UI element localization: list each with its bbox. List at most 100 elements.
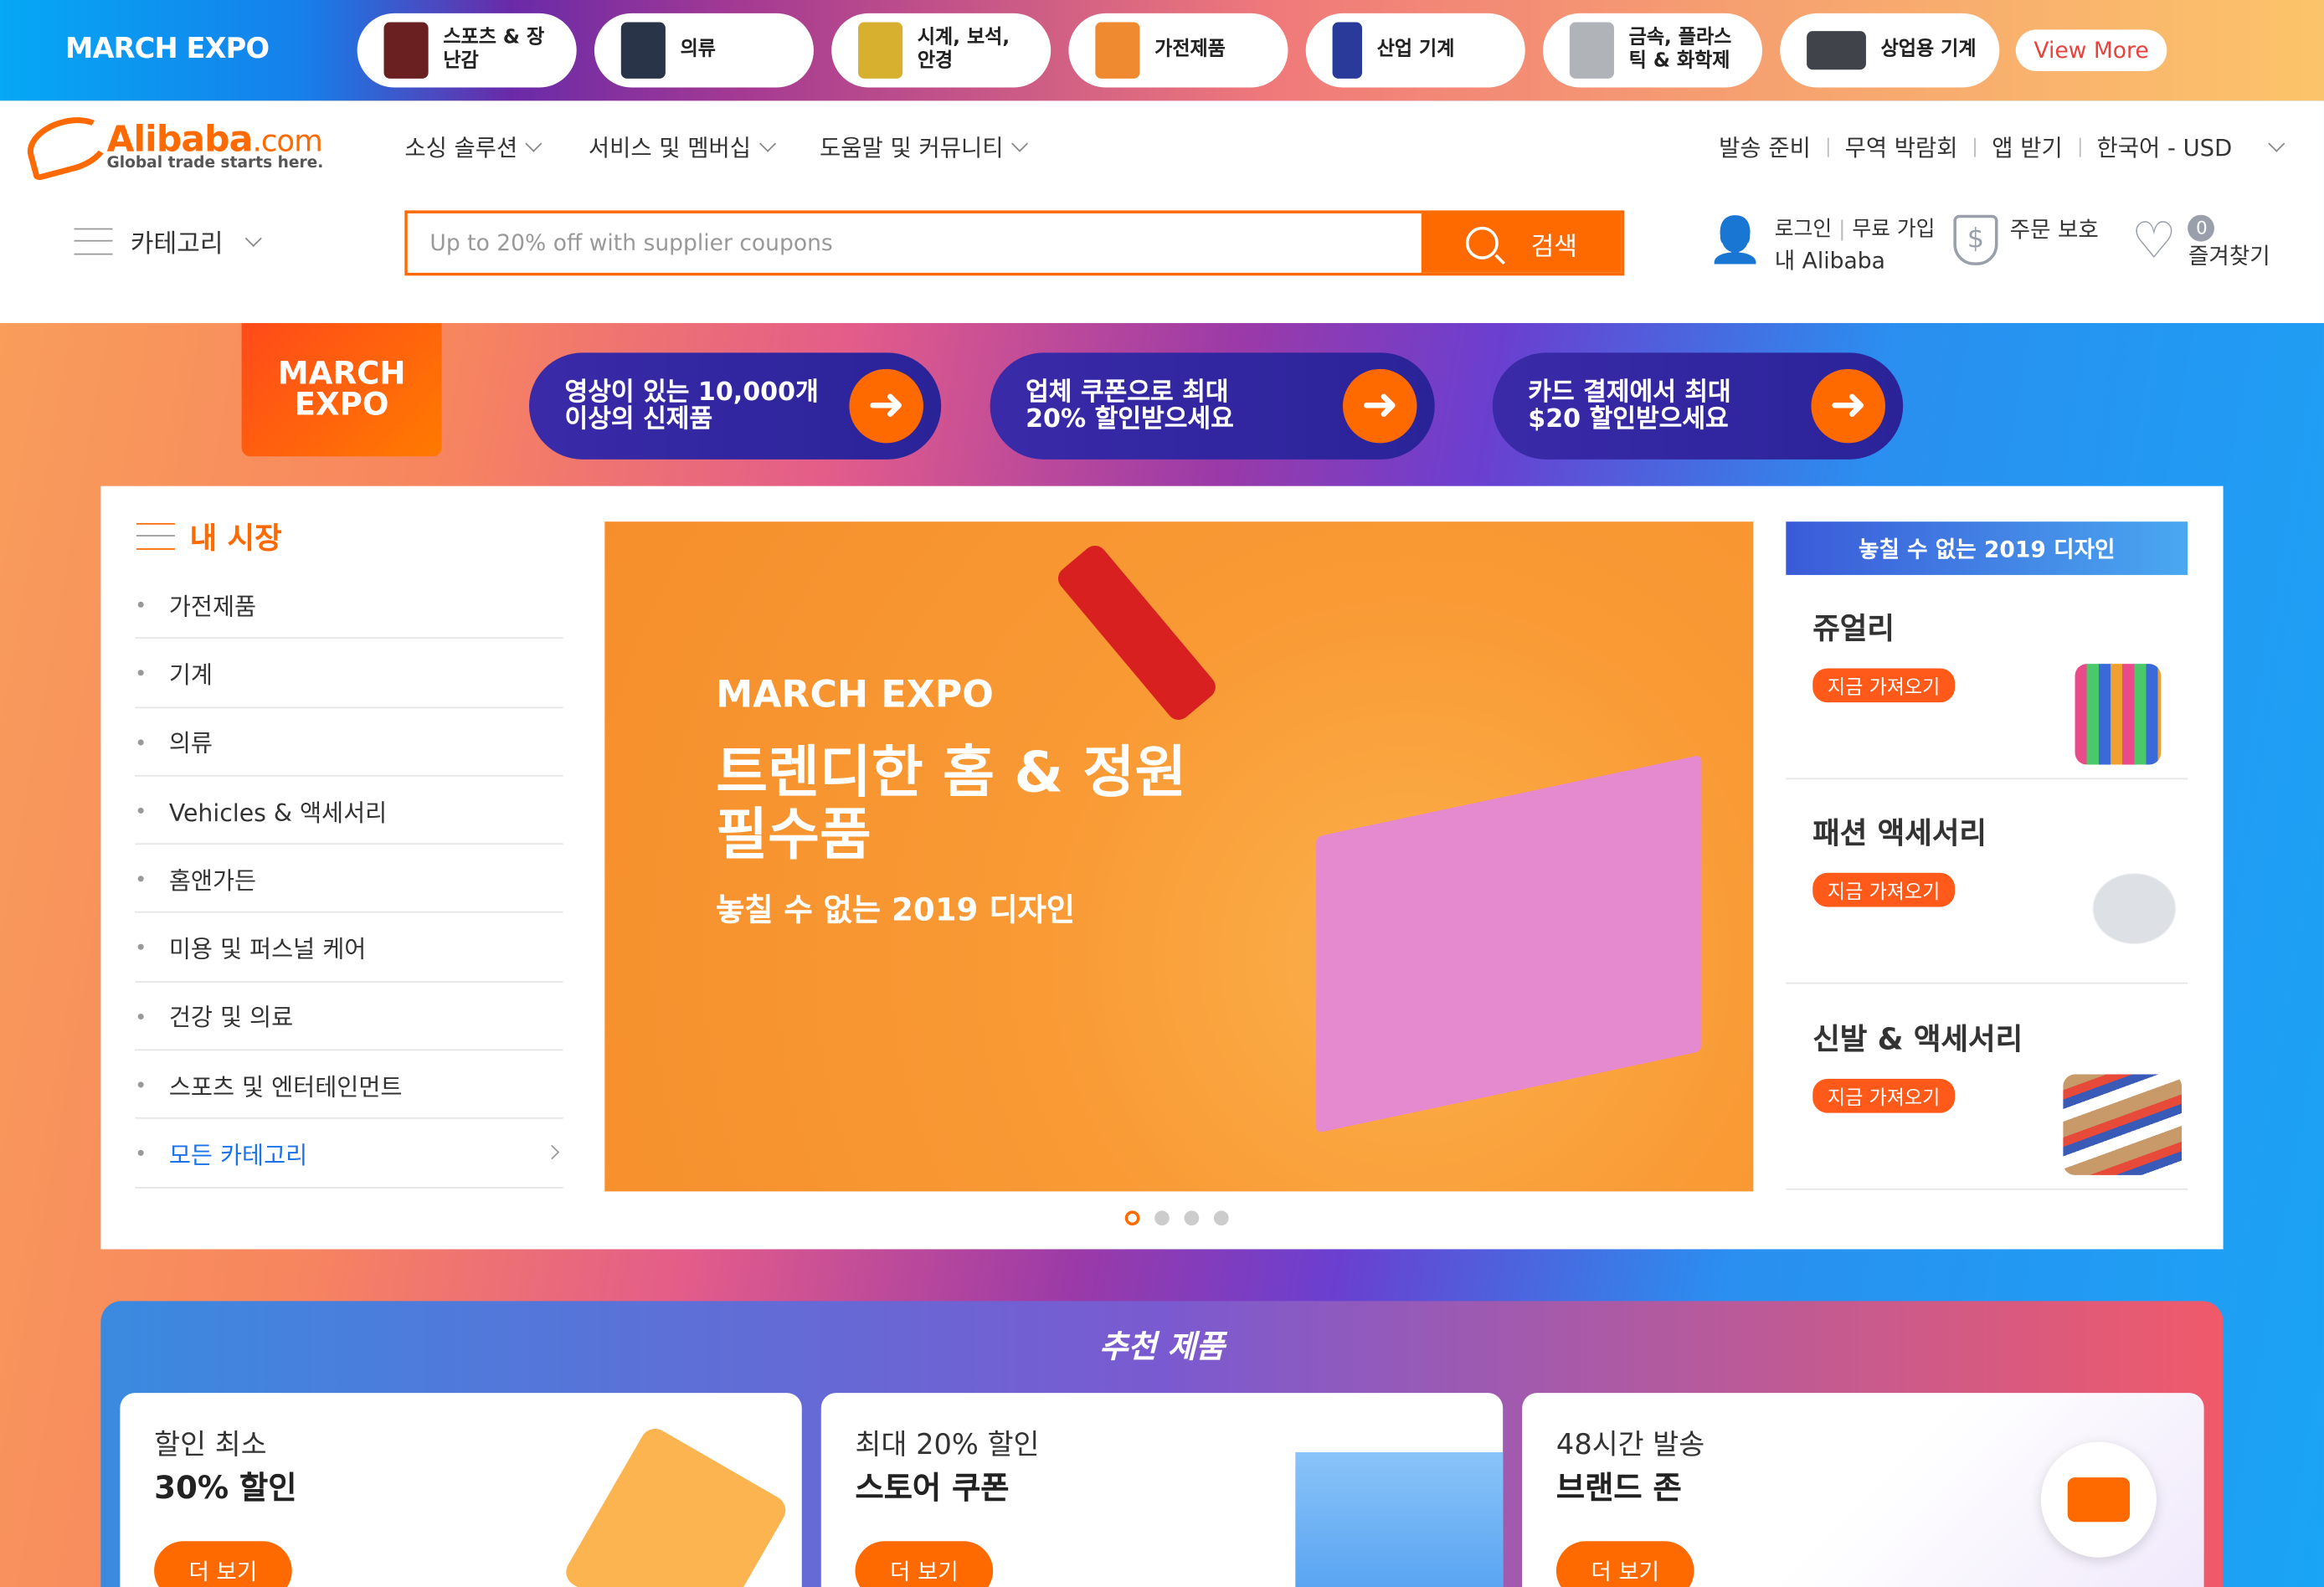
logo-tagline: Global trade starts here. (106, 154, 324, 172)
shoes-card[interactable]: 신발 & 액세서리 지금 가져오기 (1786, 985, 2188, 1190)
category-pill-sports[interactable]: 스포츠 & 장 난감 (357, 13, 577, 88)
logo-domain: .com (252, 122, 322, 159)
category-pill-machinery[interactable]: 산업 기계 (1305, 13, 1525, 88)
market-item[interactable]: 건강 및 의료 (135, 982, 563, 1051)
search-input[interactable] (407, 213, 1422, 273)
chevron-down-icon (525, 135, 542, 152)
bracelets-image (2075, 664, 2162, 765)
nav-services-membership[interactable]: 서비스 및 멤버십 (589, 131, 779, 163)
search-button[interactable]: 검색 (1421, 213, 1622, 273)
account-menu[interactable]: 👤 로그인 | 무료 가입 내 Alibaba (1708, 215, 1936, 277)
hero-brand: MARCH EXPO (716, 672, 994, 716)
carousel-dot[interactable] (1213, 1210, 1229, 1226)
promo-card-discount[interactable]: 카드 결제에서 최대 $20 할인받으세요 ➜ (1492, 352, 1904, 460)
categories-label: 카테고리 (130, 229, 224, 259)
jewelry-card[interactable]: 쥬얼리 지금 가져오기 (1786, 575, 2188, 780)
market-item[interactable]: 가전제품 (135, 571, 563, 639)
market-item[interactable]: 기계 (135, 639, 563, 708)
search-bar: 검색 (404, 210, 1625, 276)
pill-label: 산업 기계 (1376, 39, 1455, 61)
nav-help-community[interactable]: 도움말 및 커뮤니티 (820, 131, 1031, 163)
category-pill-watches[interactable]: 시계, 보석, 안경 (831, 13, 1051, 88)
get-now-button[interactable]: 지금 가져오기 (1812, 1078, 1955, 1113)
order-protection-label: 주문 보호 (2009, 216, 2099, 244)
get-app-link[interactable]: 앱 받기 (1992, 131, 2062, 163)
hero-subtitle: 놓칠 수 없는 2019 디자인 (716, 891, 1076, 928)
promo-label: 영상이 있는 10,000개 이상의 신제품 (564, 377, 819, 434)
expo-top-banner: MARCH EXPO 스포츠 & 장 난감 의류 시계, 보석, 안경 가전제품… (0, 0, 2324, 101)
promo-supplier-coupons[interactable]: 업체 쿠폰으로 최대 20% 할인받으세요 ➜ (990, 352, 1435, 460)
recommended-card-discount[interactable]: 할인 최소 30% 할인더 보기 (120, 1393, 802, 1587)
product-thumbnail (858, 22, 903, 79)
order-protection[interactable]: $ 주문 보호 (1953, 214, 2099, 265)
storage-box-image (1316, 754, 1702, 1133)
nav-label: 도움말 및 커뮤니티 (820, 135, 1004, 162)
category-pill-apparel[interactable]: 의류 (594, 13, 814, 88)
user-icon: 👤 (1707, 214, 1763, 267)
categories-button[interactable]: 카테고리 (74, 223, 265, 259)
view-more-button[interactable]: View More (2015, 29, 2167, 71)
see-more-button[interactable]: 더 보기 (1555, 1541, 1694, 1587)
nav-label: 소싱 솔루션 (404, 135, 518, 162)
carousel-dot[interactable] (1154, 1210, 1170, 1226)
all-categories-link[interactable]: 모든 카테고리 (135, 1119, 563, 1189)
market-item[interactable]: 미용 및 퍼스널 케어 (135, 913, 563, 983)
pill-label: 상업용 기계 (1880, 39, 1977, 61)
see-more-button[interactable]: 더 보기 (154, 1541, 292, 1587)
arrow-right-icon: ➜ (849, 368, 923, 444)
market-item[interactable]: 홈앤가든 (135, 845, 563, 914)
hero-carousel[interactable]: MARCH EXPO 트렌디한 홈 & 정원 필수품 놓칠 수 없는 2019 … (604, 521, 1754, 1192)
product-thumbnail (1095, 22, 1140, 79)
carousel-dot[interactable] (1124, 1210, 1140, 1226)
category-pill-metals[interactable]: 금속, 플라스 틱 & 화학제 (1542, 13, 1763, 88)
favorites[interactable]: ♡ 0 즐겨찾기 (2131, 214, 2270, 273)
market-item[interactable]: 스포츠 및 엔터테인먼트 (135, 1050, 563, 1120)
card-line1: 48시간 발송 (1555, 1428, 1705, 1461)
my-alibaba-link[interactable]: 내 Alibaba (1775, 246, 1936, 277)
pill-label: 스포츠 & 장 난감 (443, 26, 545, 73)
xiaomi-logo (2040, 1441, 2157, 1558)
recommended-card-brand-zone[interactable]: 48시간 발송 브랜드 존더 보기 (1522, 1393, 2204, 1587)
search-icon (1465, 226, 1499, 259)
card-line1: 할인 최소 (154, 1428, 267, 1461)
promo-new-products[interactable]: 영상이 있는 10,000개 이상의 신제품 ➜ (529, 352, 942, 460)
see-more-button[interactable]: 더 보기 (855, 1541, 994, 1587)
carousel-dot[interactable] (1184, 1210, 1200, 1226)
market-item[interactable]: 의류 (135, 708, 563, 777)
pill-label: 의류 (680, 39, 716, 61)
slippers-image (2063, 1074, 2183, 1175)
hero-title: 트렌디한 홈 & 정원 필수품 (716, 739, 1187, 867)
divider (1827, 136, 1829, 157)
get-now-button[interactable]: 지금 가져오기 (1812, 872, 1955, 907)
nav-sourcing-solutions[interactable]: 소싱 솔루션 (404, 131, 546, 163)
march-expo-logo[interactable]: MARCH EXPO (65, 33, 270, 65)
sign-in-link[interactable]: 로그인 (1775, 218, 1832, 241)
promo-label: 카드 결제에서 최대 $20 할인받으세요 (1528, 377, 1731, 434)
my-markets-label: 내 시장 (189, 520, 282, 556)
card-line2: 스토어 쿠폰 (855, 1470, 1010, 1506)
market-item[interactable]: Vehicles & 액세서리 (135, 776, 563, 845)
chevron-down-icon (1010, 135, 1028, 152)
alibaba-logo-mark (21, 108, 116, 182)
join-free-link[interactable]: 무료 가입 (1852, 218, 1935, 241)
category-pill-commercial[interactable]: 상업용 기계 (1780, 13, 2000, 88)
language-currency-select[interactable]: 한국어 - USD (2096, 131, 2232, 163)
alibaba-logo[interactable]: Alibaba.com Global trade starts here. (21, 108, 324, 182)
product-thumbnail (620, 22, 666, 79)
recommended-card-coupons[interactable]: 최대 20% 할인 스토어 쿠폰 더 보기 (820, 1393, 1504, 1587)
fashion-accessories-card[interactable]: 패션 액세서리 지금 가져오기 (1786, 779, 2188, 984)
coupon-image (1295, 1451, 1504, 1587)
march-expo-badge[interactable]: MARCH EXPO (241, 322, 442, 457)
trade-shows-link[interactable]: 무역 박람회 (1845, 131, 1958, 163)
category-pill-electronics[interactable]: 가전제품 (1068, 13, 1288, 88)
recommended-title: 추천 제품 (1099, 1329, 1225, 1365)
cap-image (2063, 868, 2183, 969)
ready-to-ship-link[interactable]: 발송 준비 (1719, 131, 1811, 163)
card-line2: 30% 할인 (154, 1470, 297, 1506)
my-markets-title: 내 시장 (136, 514, 282, 557)
get-now-button[interactable]: 지금 가져오기 (1812, 668, 1955, 703)
divider (2079, 136, 2081, 157)
pill-label: 금속, 플라스 틱 & 화학제 (1628, 26, 1732, 73)
chevron-down-icon (2268, 135, 2285, 152)
pill-label: 시계, 보석, 안경 (917, 26, 1010, 73)
